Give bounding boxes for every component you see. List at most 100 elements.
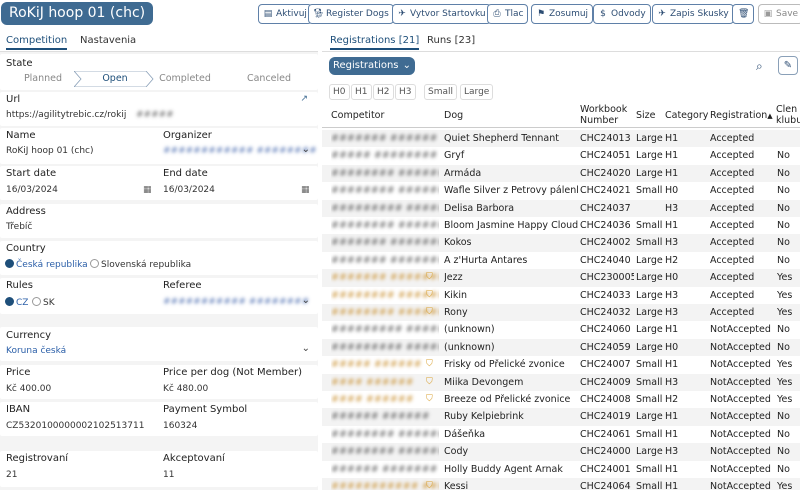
country-card: Country Česká republika Slovenská republ… — [0, 241, 318, 275]
name-field[interactable]: RoKiJ hoop 01 (chc) — [6, 146, 94, 156]
cell-competitor: ###### ####### — [331, 463, 438, 475]
table-row[interactable]: ######## ####### Armáda CHC24020 LargeH1 Acc… — [322, 164, 800, 183]
odvody-button[interactable]: $ Odvody — [593, 4, 651, 24]
price-field[interactable]: Kč 400.00 — [6, 384, 51, 394]
table-row[interactable]: ##### ######## Gryf CHC24051 Large H1 Accepte… — [322, 147, 800, 164]
zapis-skusky-button[interactable]: ✈︎ Zapis Skusky — [652, 4, 734, 24]
delete-button[interactable]: 🗑︎ — [732, 4, 754, 24]
price-per-dog-field[interactable]: Kč 480.00 — [163, 384, 208, 394]
search-icon[interactable]: ⌕ — [756, 59, 763, 74]
country-option-cz[interactable]: Česká republika — [5, 259, 88, 270]
cell-category: H3 — [665, 446, 679, 458]
tab-competition[interactable]: Competition — [6, 35, 68, 50]
end-date-field[interactable]: 16/03/2024 — [163, 185, 215, 195]
price-card: Price Kč 400.00 Price per dog (Not Membe… — [0, 365, 318, 399]
chip-h2[interactable]: H2 — [373, 84, 394, 100]
cell-workbook: CHC24007 — [580, 359, 631, 371]
currency-select[interactable]: Koruna česká — [6, 346, 66, 356]
iban-field[interactable]: CZ5320100000002102513711 — [6, 421, 144, 431]
cell-registration: NotAccepted — [710, 341, 771, 353]
rules-option-cz[interactable]: CZ — [5, 297, 28, 308]
tlac-button[interactable]: ⎙ Tlac — [487, 4, 529, 24]
col-registration[interactable]: Registration▲ — [710, 110, 773, 122]
table-row[interactable]: ####### ###### Quiet Shepherd Tennant CHC2… — [322, 130, 800, 148]
state-stepper[interactable]: Planned Open Completed Canceled — [6, 71, 312, 87]
sort-up-icon: ▲ — [767, 112, 773, 120]
cell-dog: Kokos — [444, 237, 472, 249]
table-row[interactable]: ####### ####### ⛉ Jezz CHC230005 Large H0 Acce… — [322, 269, 800, 287]
cell-dog: (unknown) — [444, 341, 495, 353]
table-row[interactable]: ######## ###### ⛉ Kikin CHC24033 Large H3 Acce… — [322, 287, 800, 304]
table-row[interactable]: ######## ###### Dášeňka CHC24061 Small H1 Not… — [322, 426, 800, 443]
cell-member: No — [777, 237, 790, 249]
table-row[interactable]: #### ###### ⛉ Miika Devongem CHC24009 Small H… — [322, 373, 800, 391]
chevron-down-icon[interactable]: ⌄ — [302, 343, 310, 354]
cell-workbook: CHC24051 — [580, 150, 631, 162]
tab-nastavenia[interactable]: Nastavenia — [80, 35, 136, 46]
cell-competitor: ######## ####### — [331, 220, 439, 231]
state-step-planned[interactable]: Planned — [6, 71, 80, 87]
col-workbook-number[interactable]: Workbook Number — [580, 104, 632, 126]
col-dog[interactable]: Dog — [444, 110, 463, 121]
chip-h3[interactable]: H3 — [395, 84, 416, 100]
chevron-down-icon[interactable]: ⌄ — [302, 144, 310, 155]
cell-competitor: #### ###### — [331, 376, 414, 388]
state-step-canceled[interactable]: Canceled — [232, 71, 306, 87]
cell-size: Small — [636, 359, 663, 371]
cell-category: H1 — [665, 463, 679, 475]
table-row[interactable]: ######### ######### (unknown) CHC24060 Larg… — [322, 321, 800, 338]
state-step-completed[interactable]: Completed — [148, 71, 222, 87]
edit-icon[interactable]: ✎ — [778, 56, 798, 75]
save-button[interactable]: ▣ Save — [758, 4, 800, 24]
table-row[interactable]: ##### ###### ⛉ Frisky od Přelické zvonice C… — [322, 356, 800, 373]
register-dogs-button[interactable]: 🐕︎ Register Dogs — [308, 4, 394, 24]
view-select[interactable]: Registrations ⌄ — [329, 57, 415, 75]
cell-dog: Kessi — [444, 481, 469, 490]
state-step-open[interactable]: Open — [78, 71, 152, 87]
col-competitor[interactable]: Competitor — [331, 110, 384, 121]
chevron-down-icon[interactable]: ⌄ — [302, 295, 310, 306]
payment-symbol-field[interactable]: 160324 — [163, 421, 197, 431]
chip-h1[interactable]: H1 — [351, 84, 372, 100]
col-member[interactable]: Člen klubu — [776, 104, 800, 126]
table-row[interactable]: ######## ###### ⛉ Rony CHC24032 Large H3 Accep… — [322, 304, 800, 322]
tab-registrations[interactable]: Registrations [21] — [330, 35, 420, 50]
calendar-icon[interactable]: ▦ — [143, 185, 152, 195]
table-row[interactable]: ########### #########⛉ Kessi CHC24064 Small… — [322, 478, 800, 490]
tab-runs[interactable]: Runs [23] — [427, 35, 475, 46]
chip-small[interactable]: Small — [424, 84, 457, 100]
cell-category: H3 — [665, 289, 679, 301]
aktivuj-button[interactable]: ▤ Aktivuj — [258, 4, 312, 24]
table-row[interactable]: ###### ###### Ruby Kelpiebrink CHC24019 Lar… — [322, 408, 800, 426]
start-date-field[interactable]: 16/03/2024 — [6, 185, 58, 195]
zosumuj-button[interactable]: ⚑ Zosumuj — [531, 4, 594, 24]
referee-select[interactable]: ########### ######## — [163, 297, 309, 307]
rules-option-sk[interactable]: SK — [32, 297, 55, 308]
calendar-icon[interactable]: ▦ — [301, 185, 310, 195]
organizer-select[interactable]: ############ ######## — [163, 146, 317, 156]
url-field[interactable]: https://agilitytrebic.cz/rokij — [6, 110, 126, 120]
cell-dog: Jezz — [444, 272, 463, 284]
cell-registration: Accepted — [710, 237, 755, 249]
chip-h0[interactable]: H0 — [329, 84, 350, 100]
table-row[interactable]: ######### ####### (unknown) CHC24059 LargeH… — [322, 338, 800, 357]
table-row[interactable]: ######## ####### Bloom Jasmine Happy Clou… — [322, 217, 800, 234]
cell-size: Small — [636, 220, 663, 231]
table-row[interactable]: ######## ####### Wafle Silver z Petrovy p… — [322, 182, 800, 199]
external-link-icon[interactable]: ↗ — [300, 94, 308, 104]
table-row[interactable]: ####### ####### Kokos CHC24002 Small H3 Accep… — [322, 234, 800, 252]
vytvor-startovku-button[interactable]: ✈︎ Vytvor Startovku — [392, 4, 491, 24]
cell-competitor: ######## ###### — [331, 428, 439, 440]
table-row[interactable]: ######### ###### Delisa Barbora CHC24037 H3… — [322, 199, 800, 217]
table-row[interactable]: #### ###### ⛉ Breeze od Přelické zvonice CH… — [322, 391, 800, 408]
cell-category: H1 — [665, 150, 679, 162]
address-field[interactable]: Třebíč — [6, 222, 32, 232]
table-row[interactable]: ###### ####### Holly Buddy Agent Arnak CHC… — [322, 461, 800, 478]
col-size[interactable]: Size — [636, 110, 656, 121]
col-category[interactable]: Category — [665, 110, 708, 121]
country-option-sk[interactable]: Slovenská republika — [90, 259, 191, 270]
cell-competitor: ####### ####### — [331, 237, 439, 249]
table-row[interactable]: ######## ###### Cody CHC24000 Large H3 NotAcc… — [322, 443, 800, 461]
table-row[interactable]: ####### ####### A z'Hurta Antares CHC24040… — [322, 252, 800, 269]
chip-large[interactable]: Large — [460, 84, 494, 100]
